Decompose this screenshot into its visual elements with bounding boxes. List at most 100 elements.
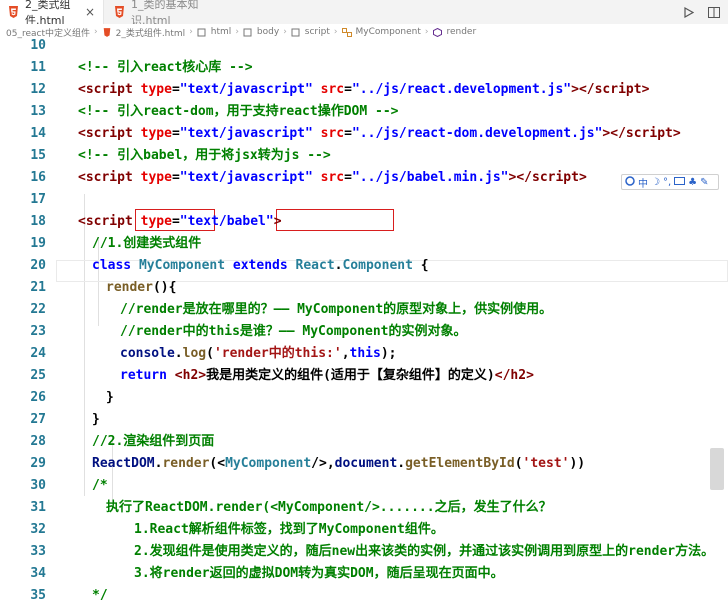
- code-token: 'render中的this:': [213, 346, 342, 361]
- line-number: 29: [30, 456, 46, 471]
- code-token: .: [174, 346, 183, 361]
- code-token: script: [594, 82, 642, 97]
- close-icon[interactable]: ×: [85, 5, 95, 19]
- line-number: 32: [30, 522, 46, 537]
- code-token: extends: [232, 258, 288, 273]
- code-token: script: [85, 214, 133, 229]
- code-text: }: [106, 387, 114, 409]
- code-line: 19 //1.创建类式组件: [0, 233, 728, 255]
- skin-icon: ♣: [688, 176, 698, 188]
- line-number: 11: [30, 60, 46, 75]
- code-text: /*: [92, 475, 108, 497]
- line-number: 16: [30, 170, 46, 185]
- code-line: 20 class MyComponent extends React.Compon…: [0, 255, 728, 277]
- code-token: </h2>: [494, 368, 534, 383]
- code-token: "../js/react.development.js": [351, 82, 572, 97]
- code-token: )): [569, 456, 586, 471]
- code-token: =: [344, 170, 352, 185]
- code-line: 33 2.发现组件是使用类定义的，随后new出来该类的实例，并通过该实例调用到原型…: [0, 541, 728, 563]
- code-text: <script type="text/javascript" src="../j…: [78, 79, 649, 101]
- line-number: 28: [30, 434, 46, 449]
- line-number: 33: [30, 544, 46, 559]
- code-line: 35 */: [0, 585, 728, 607]
- code-token: ReactDOM: [92, 456, 155, 471]
- code-line: 22 //render是放在哪里的？—— MyComponent的原型对象上，供实…: [0, 299, 728, 321]
- code-token: this: [349, 346, 381, 361]
- code-line: 21 render(){: [0, 277, 728, 299]
- code-editor[interactable]: 10 11 <!-- 引入react核心库 --> 12 <script type="t…: [0, 38, 728, 603]
- line-number: 14: [30, 126, 46, 141]
- code-token: {: [412, 258, 429, 273]
- tab-bar: 2_类式组件.html × 1_类的基本知识.html: [0, 0, 728, 27]
- code-line: 14 <script type="text/javascript" src="..…: [0, 123, 728, 145]
- code-text: class MyComponent extends React.Componen…: [92, 255, 429, 277]
- code-line: 12 <script type="text/javascript" src="..…: [0, 79, 728, 101]
- code-token: render: [162, 456, 210, 471]
- code-token: (: [206, 346, 214, 361]
- code-token: /*: [92, 478, 108, 493]
- line-number: 17: [30, 192, 46, 207]
- run-icon[interactable]: [684, 3, 695, 22]
- code-token: //render中的this是谁？—— MyComponent的实例对象。: [120, 324, 467, 339]
- wrench-icon: ✎: [700, 176, 709, 188]
- code-text: <!-- 引入babel，用于将jsx转为js -->: [78, 145, 331, 167]
- code-token: "text/javascript": [179, 82, 313, 97]
- code-token: ,: [341, 346, 350, 361]
- line-number: 21: [30, 280, 46, 295]
- line-number: 19: [30, 236, 46, 251]
- code-token: return: [120, 368, 167, 383]
- line-number: 10: [30, 38, 46, 53]
- split-editor-icon[interactable]: [708, 3, 720, 22]
- code-text: return <h2>我是用类定义的组件(适用于【复杂组件】的定义)</h2>: [120, 365, 534, 387]
- code-text: <!-- 引入react-dom，用于支持react操作DOM -->: [78, 101, 399, 123]
- code-token: 1.React解析组件标签，找到了MyComponent组件。: [134, 522, 444, 537]
- line-number: 24: [30, 346, 46, 361]
- code-token: );: [380, 346, 397, 361]
- line-number: 25: [30, 368, 46, 383]
- code-text: <!-- 引入react核心库 -->: [78, 57, 253, 79]
- code-token: (: [514, 456, 523, 471]
- code-line: 31 执行了ReactDOM.render(<MyComponent/>.....…: [0, 497, 728, 519]
- scrollbar-thumb[interactable]: [710, 448, 724, 490]
- code-line: 23 //render中的this是谁？—— MyComponent的实例对象。: [0, 321, 728, 343]
- code-token: src: [320, 126, 345, 141]
- code-line: 25 return <h2>我是用类定义的组件(适用于【复杂组件】的定义)</h2…: [0, 365, 728, 387]
- tab-inactive-file[interactable]: 1_类的基本知识.html: [106, 0, 226, 27]
- code-token: />,: [311, 456, 335, 471]
- code-token: 3.将render返回的虚拟DOM转为真实DOM，随后呈现在页面中。: [134, 566, 504, 581]
- punctuation-icon: °,: [662, 176, 672, 188]
- code-token: (<: [209, 456, 226, 471]
- code-line: 17: [0, 189, 728, 211]
- code-token: <h2>: [174, 368, 207, 383]
- code-token: <!-- 引入react核心库 -->: [78, 60, 253, 75]
- code-token: >: [641, 82, 650, 97]
- code-token: class: [92, 258, 132, 273]
- code-token: <: [78, 170, 86, 185]
- code-token: script: [85, 126, 133, 141]
- code-line: 16 <script type="text/javascript" src="..…: [0, 167, 728, 189]
- code-token: script: [532, 170, 579, 185]
- code-line: 15 <!-- 引入babel，用于将jsx转为js -->: [0, 145, 728, 167]
- code-token: script: [85, 82, 133, 97]
- code-line: 24 console.log('render中的this:',this);: [0, 343, 728, 365]
- code-line: 13 <!-- 引入react-dom，用于支持react操作DOM -->: [0, 101, 728, 123]
- code-token: "text/javascript": [179, 126, 313, 141]
- tab-active-file[interactable]: 2_类式组件.html ×: [0, 0, 104, 27]
- code-text: 2.发现组件是使用类定义的，随后new出来该类的实例，并通过该实例调用到原型上的…: [134, 541, 714, 563]
- html-file-icon: [8, 6, 19, 18]
- ime-toolbar[interactable]: 中 ☽ °, ♣ ✎: [621, 174, 719, 190]
- code-token: >: [578, 170, 587, 185]
- code-line: 10: [0, 35, 728, 57]
- code-token: }: [92, 412, 100, 427]
- line-number: 26: [30, 390, 46, 405]
- line-number: 34: [30, 566, 46, 581]
- code-token: ></: [508, 170, 532, 185]
- code-token: src: [320, 170, 345, 185]
- code-token: <: [78, 82, 86, 97]
- line-number: 15: [30, 148, 46, 163]
